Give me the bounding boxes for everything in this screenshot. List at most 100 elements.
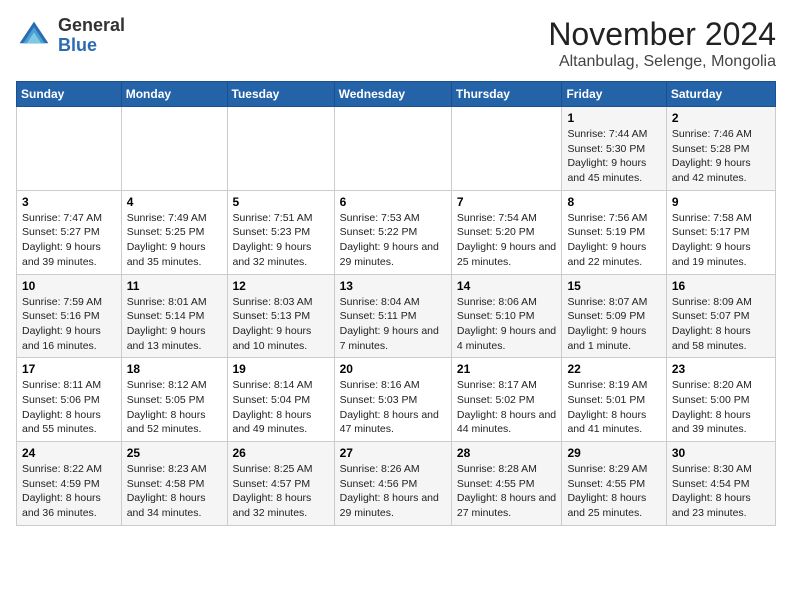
calendar-cell: 3Sunrise: 7:47 AM Sunset: 5:27 PM Daylig… bbox=[17, 190, 122, 274]
day-info: Sunrise: 8:26 AM Sunset: 4:56 PM Dayligh… bbox=[340, 462, 446, 521]
day-info: Sunrise: 8:07 AM Sunset: 5:09 PM Dayligh… bbox=[567, 295, 660, 354]
day-number: 11 bbox=[127, 279, 222, 293]
calendar-cell: 27Sunrise: 8:26 AM Sunset: 4:56 PM Dayli… bbox=[334, 442, 451, 526]
day-number: 20 bbox=[340, 362, 446, 376]
day-number: 6 bbox=[340, 195, 446, 209]
logo: General Blue bbox=[16, 16, 125, 56]
weekday-header: Friday bbox=[562, 82, 666, 107]
day-number: 1 bbox=[567, 111, 660, 125]
calendar-week-row: 1 Sunrise: 7:44 AM Sunset: 5:30 PM Daylig… bbox=[17, 107, 776, 191]
weekday-header: Sunday bbox=[17, 82, 122, 107]
calendar-cell: 26 Sunrise: 8:25 AM Sunset: 4:57 PM Dayli… bbox=[227, 442, 334, 526]
weekday-header: Saturday bbox=[666, 82, 775, 107]
calendar-cell: 13 Sunrise: 8:04 AM Sunset: 5:11 PM Dayli… bbox=[334, 274, 451, 358]
day-info: Sunrise: 7:59 AM Sunset: 5:16 PM Dayligh… bbox=[22, 295, 116, 354]
calendar-cell: 15 Sunrise: 8:07 AM Sunset: 5:09 PM Dayli… bbox=[562, 274, 666, 358]
day-number: 26 bbox=[233, 446, 329, 460]
calendar-cell: 2 Sunrise: 7:46 AM Sunset: 5:28 PM Daylig… bbox=[666, 107, 775, 191]
day-info: Sunrise: 8:16 AM Sunset: 5:03 PM Dayligh… bbox=[340, 378, 446, 437]
calendar-cell: 5 Sunrise: 7:51 AM Sunset: 5:23 PM Daylig… bbox=[227, 190, 334, 274]
calendar-cell: 20 Sunrise: 8:16 AM Sunset: 5:03 PM Dayli… bbox=[334, 358, 451, 442]
day-number: 9 bbox=[672, 195, 770, 209]
weekday-header: Tuesday bbox=[227, 82, 334, 107]
calendar-week-row: 17 Sunrise: 8:11 AM Sunset: 5:06 PM Dayli… bbox=[17, 358, 776, 442]
calendar-cell: 28Sunrise: 8:28 AM Sunset: 4:55 PM Dayli… bbox=[451, 442, 562, 526]
day-info: Sunrise: 7:56 AM Sunset: 5:19 PM Dayligh… bbox=[567, 211, 660, 270]
day-number: 25 bbox=[127, 446, 222, 460]
weekday-header: Thursday bbox=[451, 82, 562, 107]
calendar-cell bbox=[227, 107, 334, 191]
day-info: Sunrise: 8:06 AM Sunset: 5:10 PM Dayligh… bbox=[457, 295, 557, 354]
calendar-cell: 8 Sunrise: 7:56 AM Sunset: 5:19 PM Daylig… bbox=[562, 190, 666, 274]
day-info: Sunrise: 8:19 AM Sunset: 5:01 PM Dayligh… bbox=[567, 378, 660, 437]
calendar-cell: 7 Sunrise: 7:54 AM Sunset: 5:20 PM Daylig… bbox=[451, 190, 562, 274]
logo-text: General Blue bbox=[58, 16, 125, 56]
calendar-cell: 6 Sunrise: 7:53 AM Sunset: 5:22 PM Daylig… bbox=[334, 190, 451, 274]
day-info: Sunrise: 7:54 AM Sunset: 5:20 PM Dayligh… bbox=[457, 211, 557, 270]
calendar-cell: 10 Sunrise: 7:59 AM Sunset: 5:16 PM Dayli… bbox=[17, 274, 122, 358]
calendar-week-row: 24Sunrise: 8:22 AM Sunset: 4:59 PM Dayli… bbox=[17, 442, 776, 526]
day-info: Sunrise: 8:03 AM Sunset: 5:13 PM Dayligh… bbox=[233, 295, 329, 354]
day-info: Sunrise: 7:47 AM Sunset: 5:27 PM Dayligh… bbox=[22, 211, 116, 270]
calendar-table: SundayMondayTuesdayWednesdayThursdayFrid… bbox=[16, 81, 776, 526]
day-info: Sunrise: 8:20 AM Sunset: 5:00 PM Dayligh… bbox=[672, 378, 770, 437]
logo-icon bbox=[16, 18, 52, 54]
calendar-cell: 14 Sunrise: 8:06 AM Sunset: 5:10 PM Dayli… bbox=[451, 274, 562, 358]
day-number: 30 bbox=[672, 446, 770, 460]
day-number: 7 bbox=[457, 195, 557, 209]
calendar-cell: 19 Sunrise: 8:14 AM Sunset: 5:04 PM Dayli… bbox=[227, 358, 334, 442]
day-info: Sunrise: 7:49 AM Sunset: 5:25 PM Dayligh… bbox=[127, 211, 222, 270]
calendar-cell: 25 Sunrise: 8:23 AM Sunset: 4:58 PM Dayli… bbox=[121, 442, 227, 526]
calendar-cell: 30 Sunrise: 8:30 AM Sunset: 4:54 PM Dayli… bbox=[666, 442, 775, 526]
day-info: Sunrise: 8:12 AM Sunset: 5:05 PM Dayligh… bbox=[127, 378, 222, 437]
day-number: 22 bbox=[567, 362, 660, 376]
day-number: 14 bbox=[457, 279, 557, 293]
day-info: Sunrise: 8:04 AM Sunset: 5:11 PM Dayligh… bbox=[340, 295, 446, 354]
weekday-header: Wednesday bbox=[334, 82, 451, 107]
day-number: 16 bbox=[672, 279, 770, 293]
day-number: 2 bbox=[672, 111, 770, 125]
calendar-cell: 4 Sunrise: 7:49 AM Sunset: 5:25 PM Daylig… bbox=[121, 190, 227, 274]
day-number: 5 bbox=[233, 195, 329, 209]
calendar-cell bbox=[334, 107, 451, 191]
day-number: 8 bbox=[567, 195, 660, 209]
day-number: 19 bbox=[233, 362, 329, 376]
day-info: Sunrise: 8:25 AM Sunset: 4:57 PM Dayligh… bbox=[233, 462, 329, 521]
calendar-cell: 23Sunrise: 8:20 AM Sunset: 5:00 PM Dayli… bbox=[666, 358, 775, 442]
day-number: 12 bbox=[233, 279, 329, 293]
calendar-cell: 17 Sunrise: 8:11 AM Sunset: 5:06 PM Dayli… bbox=[17, 358, 122, 442]
day-number: 28 bbox=[457, 446, 557, 460]
day-info: Sunrise: 8:09 AM Sunset: 5:07 PM Dayligh… bbox=[672, 295, 770, 354]
day-info: Sunrise: 8:23 AM Sunset: 4:58 PM Dayligh… bbox=[127, 462, 222, 521]
day-info: Sunrise: 7:46 AM Sunset: 5:28 PM Dayligh… bbox=[672, 127, 770, 186]
calendar-header: SundayMondayTuesdayWednesdayThursdayFrid… bbox=[17, 82, 776, 107]
day-info: Sunrise: 7:44 AM Sunset: 5:30 PM Dayligh… bbox=[567, 127, 660, 186]
calendar-cell: 21Sunrise: 8:17 AM Sunset: 5:02 PM Dayli… bbox=[451, 358, 562, 442]
day-number: 15 bbox=[567, 279, 660, 293]
calendar-cell bbox=[17, 107, 122, 191]
day-number: 4 bbox=[127, 195, 222, 209]
calendar-cell bbox=[451, 107, 562, 191]
calendar-body: 1 Sunrise: 7:44 AM Sunset: 5:30 PM Daylig… bbox=[17, 107, 776, 526]
calendar-cell bbox=[121, 107, 227, 191]
day-info: Sunrise: 7:51 AM Sunset: 5:23 PM Dayligh… bbox=[233, 211, 329, 270]
calendar-cell: 18 Sunrise: 8:12 AM Sunset: 5:05 PM Dayli… bbox=[121, 358, 227, 442]
calendar-cell: 22 Sunrise: 8:19 AM Sunset: 5:01 PM Dayli… bbox=[562, 358, 666, 442]
day-number: 17 bbox=[22, 362, 116, 376]
day-info: Sunrise: 7:53 AM Sunset: 5:22 PM Dayligh… bbox=[340, 211, 446, 270]
weekday-header: Monday bbox=[121, 82, 227, 107]
title-area: November 2024 Altanbulag, Selenge, Mongo… bbox=[548, 16, 776, 71]
calendar-week-row: 3Sunrise: 7:47 AM Sunset: 5:27 PM Daylig… bbox=[17, 190, 776, 274]
day-info: Sunrise: 8:30 AM Sunset: 4:54 PM Dayligh… bbox=[672, 462, 770, 521]
calendar-cell: 16 Sunrise: 8:09 AM Sunset: 5:07 PM Dayli… bbox=[666, 274, 775, 358]
day-info: Sunrise: 8:11 AM Sunset: 5:06 PM Dayligh… bbox=[22, 378, 116, 437]
month-title: November 2024 bbox=[548, 16, 776, 53]
calendar-cell: 9 Sunrise: 7:58 AM Sunset: 5:17 PM Daylig… bbox=[666, 190, 775, 274]
day-info: Sunrise: 8:01 AM Sunset: 5:14 PM Dayligh… bbox=[127, 295, 222, 354]
day-info: Sunrise: 7:58 AM Sunset: 5:17 PM Dayligh… bbox=[672, 211, 770, 270]
day-number: 18 bbox=[127, 362, 222, 376]
day-number: 13 bbox=[340, 279, 446, 293]
day-info: Sunrise: 8:14 AM Sunset: 5:04 PM Dayligh… bbox=[233, 378, 329, 437]
day-number: 10 bbox=[22, 279, 116, 293]
calendar-cell: 11 Sunrise: 8:01 AM Sunset: 5:14 PM Dayli… bbox=[121, 274, 227, 358]
